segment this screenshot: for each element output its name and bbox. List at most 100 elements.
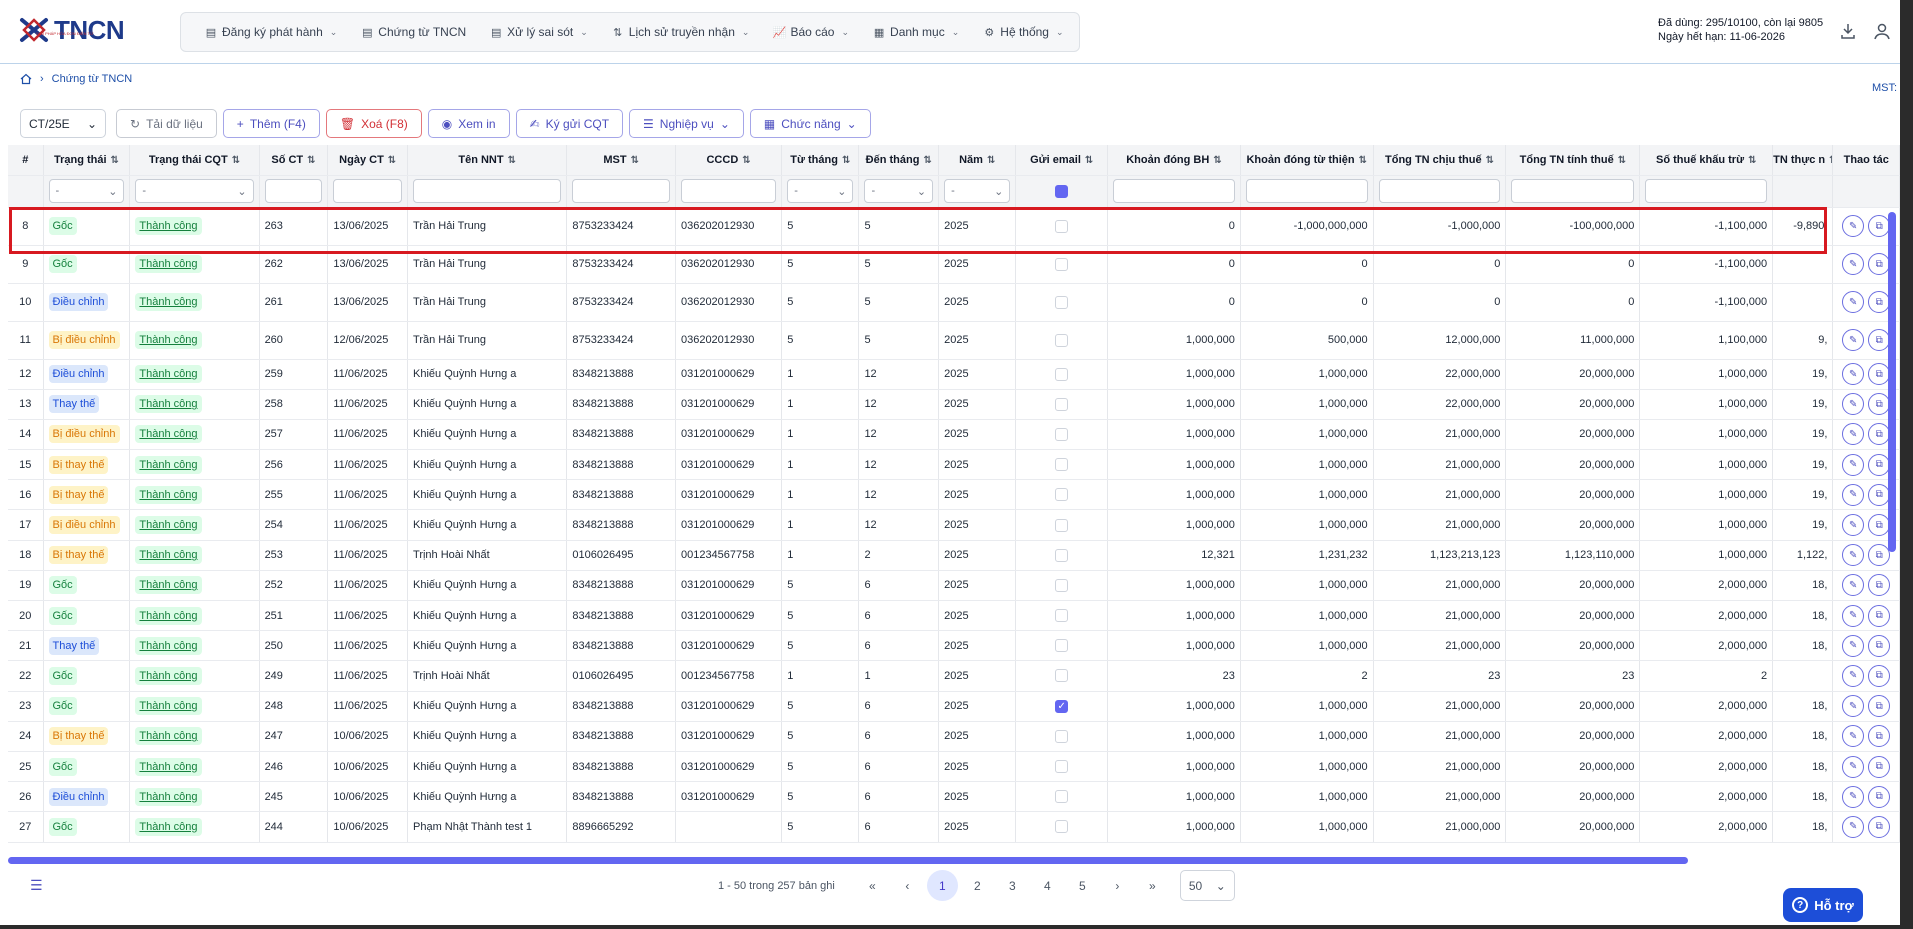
edit-icon[interactable]: ✎ — [1842, 755, 1865, 778]
reload-button[interactable]: ↻ Tải dữ liệu — [116, 109, 217, 138]
table-row[interactable]: 21 Thay thế Thành công 250 11/06/2025 Khiếu Q… — [8, 630, 1900, 662]
send-email-checkbox[interactable] — [1055, 333, 1069, 347]
table-row[interactable]: 15 Bị thay thế Thành công 256 11/06/2025 Khiế… — [8, 449, 1900, 481]
filter-input[interactable] — [572, 179, 670, 203]
copy-icon[interactable]: ⧉ — [1868, 253, 1891, 275]
page-number-button[interactable]: 1 — [926, 870, 958, 901]
download-icon[interactable] — [1839, 22, 1857, 40]
table-row[interactable]: 16 Bị thay thế Thành công 255 11/06/2025 Khiế… — [8, 479, 1900, 511]
sort-icon[interactable]: ⇅ — [232, 155, 240, 166]
functions-menu-button[interactable]: ▦ Chức năng ⌄ — [749, 109, 871, 138]
send-email-checkbox[interactable] — [1055, 548, 1069, 562]
filter-input[interactable] — [1645, 179, 1768, 203]
cqt-status-link[interactable]: Thành công — [135, 546, 202, 565]
nav-item-0[interactable]: ▤ Đăng ký phát hành ⌄ — [193, 13, 349, 51]
help-button[interactable]: ? Hỗ trợ — [1783, 888, 1863, 922]
column-header[interactable]: Thao tác — [1832, 145, 1900, 176]
column-header[interactable]: Từ tháng ⇅ — [781, 145, 860, 176]
column-header[interactable]: TN thực n⇅ — [1772, 145, 1834, 176]
send-email-checkbox[interactable] — [1055, 488, 1069, 502]
sort-icon[interactable]: ⇅ — [742, 155, 750, 166]
column-header[interactable]: Số CT ⇅ — [259, 145, 329, 176]
copy-icon[interactable]: ⧉ — [1868, 785, 1891, 808]
cqt-status-link[interactable]: Thành công — [135, 697, 202, 716]
copy-icon[interactable]: ⧉ — [1868, 363, 1891, 386]
edit-icon[interactable]: ✎ — [1842, 604, 1865, 627]
nav-item-5[interactable]: ▦ Danh mục ⌄ — [861, 13, 971, 51]
filter-input[interactable] — [680, 179, 777, 203]
prev-page-button[interactable]: ‹ — [892, 870, 923, 901]
edit-icon[interactable]: ✎ — [1842, 329, 1865, 351]
cqt-status-link[interactable]: Thành công — [135, 516, 202, 535]
column-header[interactable]: Tổng TN chịu thuế ⇅ — [1373, 145, 1507, 176]
cqt-status-link[interactable]: Thành công — [135, 293, 202, 311]
copy-icon[interactable]: ⧉ — [1868, 815, 1891, 838]
cqt-status-link[interactable]: Thành công — [135, 817, 202, 836]
send-email-checkbox[interactable] — [1055, 518, 1069, 532]
cqt-status-link[interactable]: Thành công — [135, 576, 202, 595]
cqt-status-link[interactable]: Thành công — [135, 455, 202, 474]
column-header[interactable]: Tên NNT ⇅ — [407, 145, 568, 176]
cqt-status-link[interactable]: Thành công — [135, 365, 202, 384]
sort-icon[interactable]: ⇅ — [1748, 155, 1756, 166]
column-header[interactable]: CCCD ⇅ — [675, 145, 783, 176]
nav-item-6[interactable]: ⚙ Hệ thống ⌄ — [971, 13, 1075, 51]
send-email-checkbox[interactable] — [1055, 820, 1069, 834]
cqt-status-link[interactable]: Thành công — [135, 757, 202, 776]
table-row[interactable]: 24 Bị thay thế Thành công 247 10/06/2025 Khiế… — [8, 721, 1900, 752]
filter-input[interactable] — [264, 179, 323, 203]
cqt-status-link[interactable]: Thành công — [135, 331, 202, 349]
filter-select[interactable]: - ⌄ — [864, 179, 934, 203]
nav-item-2[interactable]: ▤ Xử lý sai sót ⌄ — [478, 13, 600, 51]
edit-icon[interactable]: ✎ — [1842, 423, 1865, 446]
send-email-checkbox[interactable]: ✓ — [1055, 699, 1069, 713]
sort-icon[interactable]: ⇅ — [1213, 155, 1221, 166]
send-email-checkbox[interactable] — [1055, 257, 1069, 271]
table-row[interactable]: 20 Gốc Thành công 251 11/06/2025 Khiếu Quỳnh … — [8, 600, 1900, 632]
sign-send-button[interactable]: ✍ Ký gửi CQT — [515, 109, 624, 138]
copy-icon[interactable]: ⧉ — [1868, 423, 1891, 446]
page-number-button[interactable]: 2 — [962, 870, 993, 901]
table-row[interactable]: 25 Gốc Thành công 246 10/06/2025 Khiếu Quỳnh … — [8, 751, 1900, 783]
sort-icon[interactable]: ⇅ — [307, 155, 315, 166]
table-row[interactable]: 10 Điều chỉnh Thành công 261 13/06/2025 Trần … — [8, 283, 1900, 322]
table-row[interactable]: 11 Bị điều chỉnh Thành công 260 12/06/2025 Tr… — [8, 321, 1900, 360]
send-email-checkbox[interactable] — [1055, 295, 1069, 309]
business-menu-button[interactable]: ☰ Nghiệp vụ ⌄ — [629, 109, 744, 138]
filter-select[interactable]: - ⌄ — [135, 179, 254, 203]
sort-icon[interactable]: ⇅ — [1359, 155, 1367, 166]
sort-icon[interactable]: ⇅ — [923, 155, 931, 166]
copy-icon[interactable]: ⧉ — [1868, 453, 1891, 476]
send-email-checkbox[interactable] — [1055, 458, 1069, 472]
send-email-checkbox[interactable] — [1055, 729, 1069, 743]
edit-icon[interactable]: ✎ — [1842, 634, 1865, 657]
column-header[interactable]: # — [8, 145, 44, 176]
edit-icon[interactable]: ✎ — [1842, 483, 1865, 506]
page-number-button[interactable]: 5 — [1067, 870, 1098, 901]
table-row[interactable]: 13 Thay thế Thành công 258 11/06/2025 Khiếu Q… — [8, 389, 1900, 420]
edit-icon[interactable]: ✎ — [1842, 815, 1865, 838]
copy-icon[interactable]: ⧉ — [1868, 695, 1891, 718]
cqt-status-link[interactable]: Thành công — [135, 255, 202, 273]
email-filter-checkbox[interactable] — [1055, 185, 1069, 199]
sort-icon[interactable]: ⇅ — [1486, 155, 1494, 166]
column-header[interactable]: Khoản đóng từ thiện ⇅ — [1240, 145, 1374, 176]
send-email-checkbox[interactable] — [1055, 219, 1069, 233]
table-row[interactable]: 23 Gốc Thành công 248 11/06/2025 Khiếu Quỳnh … — [8, 691, 1900, 722]
filter-input[interactable] — [1113, 179, 1235, 203]
sort-icon[interactable]: ⇅ — [1085, 155, 1093, 166]
view-print-button[interactable]: ◉ Xem in — [427, 109, 510, 138]
table-row[interactable]: 12 Điều chỉnh Thành công 259 11/06/2025 Khiếu… — [8, 359, 1900, 390]
nav-item-1[interactable]: ▤ Chứng từ TNCN — [349, 13, 478, 51]
filter-select[interactable]: - ⌄ — [787, 179, 854, 203]
table-row[interactable]: 18 Bị thay thế Thành công 253 11/06/2025 Trịn… — [8, 540, 1900, 571]
send-email-checkbox[interactable] — [1055, 760, 1069, 774]
edit-icon[interactable]: ✎ — [1842, 393, 1865, 416]
first-page-button[interactable]: « — [857, 870, 888, 901]
sort-icon[interactable]: ⇅ — [508, 155, 516, 166]
list-icon[interactable]: ☰ — [30, 877, 43, 894]
edit-icon[interactable]: ✎ — [1842, 574, 1865, 597]
filter-input[interactable] — [1378, 179, 1501, 203]
edit-icon[interactable]: ✎ — [1842, 664, 1865, 687]
table-row[interactable]: 19 Gốc Thành công 252 11/06/2025 Khiếu Quỳnh … — [8, 570, 1900, 602]
